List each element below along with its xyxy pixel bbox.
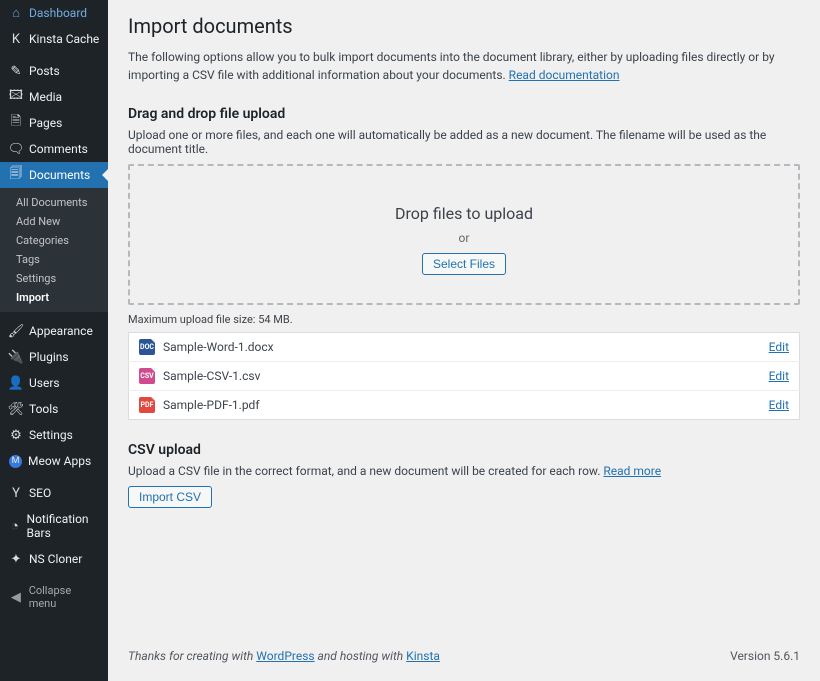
- intro-text: The following options allow you to bulk …: [128, 48, 800, 84]
- main-content: Import documents The following options a…: [108, 0, 820, 681]
- file-row: PDF Sample-PDF-1.pdf Edit: [129, 391, 800, 420]
- version-text: Version 5.6.1: [730, 649, 800, 663]
- kinsta-icon: K: [9, 32, 23, 46]
- sidebar-item-label: Notification Bars: [27, 512, 100, 540]
- sidebar-item-label: Settings: [29, 428, 73, 442]
- sidebar-item-documents[interactable]: 🗐 Documents: [0, 162, 108, 188]
- sidebar-item-users[interactable]: 👤 Users: [0, 370, 108, 396]
- dashboard-icon: ⌂: [9, 6, 23, 20]
- sidebar-item-label: Media: [29, 90, 62, 104]
- page-title: Import documents: [128, 14, 800, 38]
- select-files-button[interactable]: Select Files: [422, 253, 506, 275]
- drag-drop-description: Upload one or more files, and each one w…: [128, 128, 800, 156]
- max-upload-note: Maximum upload file size: 54 MB.: [128, 313, 800, 326]
- read-documentation-link[interactable]: Read documentation: [509, 68, 620, 82]
- collapse-label: Collapse menu: [29, 584, 100, 610]
- sidebar-item-appearance[interactable]: 🖌 Appearance: [0, 318, 108, 344]
- sidebar-item-label: Pages: [29, 116, 62, 130]
- file-name: Sample-CSV-1.csv: [163, 369, 260, 383]
- sidebar-item-dashboard[interactable]: ⌂ Dashboard: [0, 0, 108, 26]
- cloner-icon: ✦: [9, 552, 23, 566]
- admin-sidebar: ⌂ Dashboard K Kinsta Cache ✎ Posts 🖾 Med…: [0, 0, 108, 681]
- submenu-categories[interactable]: Categories: [0, 231, 108, 250]
- submenu-settings[interactable]: Settings: [0, 269, 108, 288]
- edit-file-link[interactable]: Edit: [769, 398, 789, 412]
- sidebar-item-tools[interactable]: 🛠 Tools: [0, 396, 108, 422]
- sidebar-item-label: Plugins: [29, 350, 69, 364]
- csv-file-icon: CSV: [139, 368, 155, 384]
- sidebar-item-label: Dashboard: [29, 6, 87, 20]
- pdf-file-icon: PDF: [139, 397, 155, 413]
- sidebar-item-label: Meow Apps: [28, 454, 91, 468]
- meow-icon: M: [9, 455, 22, 468]
- collapse-menu-button[interactable]: ◀ Collapse menu: [0, 578, 108, 616]
- uploaded-files-table: DOC Sample-Word-1.docx Edit CSV Sample-C…: [128, 332, 800, 420]
- file-row: CSV Sample-CSV-1.csv Edit: [129, 362, 800, 391]
- file-row: DOC Sample-Word-1.docx Edit: [129, 333, 800, 362]
- file-dropzone[interactable]: Drop files to upload or Select Files: [128, 164, 800, 305]
- edit-file-link[interactable]: Edit: [769, 340, 789, 354]
- file-name: Sample-Word-1.docx: [163, 340, 274, 354]
- pin-icon: ✎: [9, 64, 23, 78]
- file-name: Sample-PDF-1.pdf: [163, 398, 260, 412]
- sidebar-item-label: Posts: [29, 64, 60, 78]
- users-icon: 👤: [9, 376, 23, 390]
- tools-icon: 🛠: [9, 402, 23, 416]
- submenu-import[interactable]: Import: [0, 288, 108, 307]
- appearance-icon: 🖌: [9, 324, 23, 338]
- doc-file-icon: DOC: [139, 339, 155, 355]
- notification-icon: ◔: [9, 519, 21, 533]
- sidebar-item-label: Documents: [29, 168, 90, 182]
- sidebar-item-media[interactable]: 🖾 Media: [0, 84, 108, 110]
- plugins-icon: 🔌: [9, 350, 23, 364]
- sidebar-item-meow-apps[interactable]: M Meow Apps: [0, 448, 108, 474]
- admin-footer: Thanks for creating with WordPress and h…: [128, 635, 800, 681]
- csv-upload-description: Upload a CSV file in the correct format,…: [128, 464, 800, 478]
- sidebar-item-kinsta-cache[interactable]: K Kinsta Cache: [0, 26, 108, 52]
- csv-read-more-link[interactable]: Read more: [603, 464, 661, 478]
- dropzone-or: or: [130, 231, 798, 245]
- sidebar-item-label: Tools: [29, 402, 58, 416]
- submenu-tags[interactable]: Tags: [0, 250, 108, 269]
- sidebar-item-plugins[interactable]: 🔌 Plugins: [0, 344, 108, 370]
- sidebar-item-notification-bars[interactable]: ◔ Notification Bars: [0, 506, 108, 546]
- drag-drop-heading: Drag and drop file upload: [128, 106, 800, 122]
- import-csv-button[interactable]: Import CSV: [128, 486, 212, 508]
- submenu-add-new[interactable]: Add New: [0, 212, 108, 231]
- sidebar-item-label: Comments: [29, 142, 88, 156]
- seo-icon: Y: [9, 486, 23, 500]
- documents-icon: 🗐: [9, 168, 23, 182]
- sidebar-item-posts[interactable]: ✎ Posts: [0, 58, 108, 84]
- sidebar-item-label: Users: [29, 376, 60, 390]
- sidebar-item-pages[interactable]: 🗎 Pages: [0, 110, 108, 136]
- dropzone-title: Drop files to upload: [130, 204, 798, 223]
- sidebar-item-settings[interactable]: ⚙ Settings: [0, 422, 108, 448]
- settings-icon: ⚙: [9, 428, 23, 442]
- page-icon: 🗎: [9, 116, 23, 130]
- sidebar-item-label: Kinsta Cache: [29, 32, 99, 46]
- sidebar-item-label: NS Cloner: [29, 552, 82, 566]
- media-icon: 🖾: [9, 90, 23, 104]
- collapse-icon: ◀: [9, 590, 23, 604]
- documents-submenu: All Documents Add New Categories Tags Se…: [0, 188, 108, 312]
- sidebar-item-comments[interactable]: 🗨 Comments: [0, 136, 108, 162]
- sidebar-item-seo[interactable]: Y SEO: [0, 480, 108, 506]
- submenu-all-documents[interactable]: All Documents: [0, 193, 108, 212]
- csv-upload-heading: CSV upload: [128, 442, 800, 458]
- kinsta-link[interactable]: Kinsta: [406, 649, 440, 663]
- wordpress-link[interactable]: WordPress: [256, 649, 314, 663]
- sidebar-item-ns-cloner[interactable]: ✦ NS Cloner: [0, 546, 108, 572]
- sidebar-item-label: Appearance: [29, 324, 93, 338]
- comment-icon: 🗨: [9, 142, 23, 156]
- edit-file-link[interactable]: Edit: [769, 369, 789, 383]
- footer-thanks: Thanks for creating with: [128, 649, 256, 663]
- sidebar-item-label: SEO: [29, 486, 51, 500]
